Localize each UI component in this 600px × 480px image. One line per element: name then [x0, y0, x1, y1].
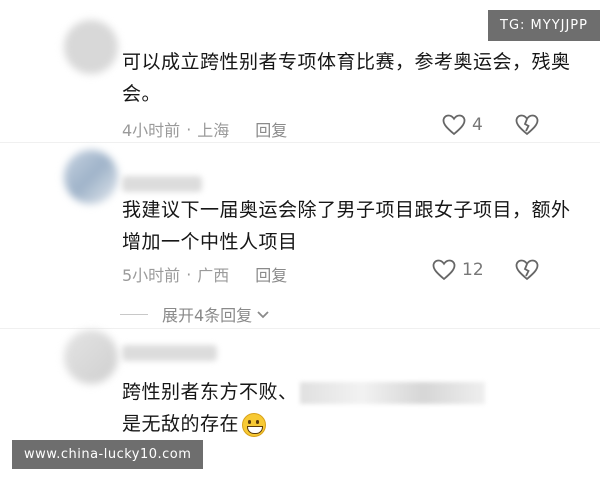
heart-outline-icon [432, 259, 456, 281]
redacted-text [299, 381, 485, 404]
dislike-button[interactable] [514, 114, 540, 140]
comment-meta: 4小时前 · 上海 回复 [122, 117, 287, 141]
like-button[interactable]: 4 [442, 114, 483, 136]
separator-dot: · [186, 264, 192, 284]
chevron-down-icon [256, 305, 270, 324]
like-button[interactable]: 12 [432, 259, 484, 281]
comment-location: 广西 [197, 266, 230, 285]
comment-text: 跨性别者东方不败、 是无敌的存在 [122, 376, 572, 440]
comment-location: 上海 [197, 121, 230, 140]
separator-dot: · [186, 119, 192, 139]
avatar[interactable] [64, 330, 118, 384]
comment-text-start: 跨性别者东方不败、 [122, 381, 298, 403]
expand-replies-button[interactable]: 展开4条回复 [120, 302, 270, 326]
expand-replies-label: 展开4条回复 [162, 306, 253, 325]
heart-outline-icon [442, 114, 466, 136]
comment-text: 可以成立跨性别者专项体育比赛，参考奥运会，残奥会。 [122, 51, 571, 105]
username-redacted[interactable] [122, 176, 202, 192]
divider [0, 142, 600, 143]
dislike-button[interactable] [514, 259, 540, 285]
comment-time: 4小时前 [122, 121, 181, 140]
expand-line [120, 313, 148, 315]
avatar[interactable] [64, 20, 118, 74]
channel-badge: TG: MYYJJPP [488, 10, 600, 41]
divider [0, 328, 600, 329]
reply-button[interactable]: 回复 [255, 262, 287, 286]
username-redacted[interactable] [122, 345, 217, 361]
broken-heart-icon [514, 259, 540, 285]
comment-text: 我建议下一届奥运会除了男子项目跟女子项目，额外增加一个中性人项目 [122, 199, 571, 253]
site-watermark: www.china-lucky10.com [12, 440, 204, 469]
comment-meta: 5小时前 · 广西 回复 [122, 262, 287, 286]
comment-time: 5小时前 [122, 266, 181, 285]
grinning-face-icon [242, 412, 267, 437]
reply-button[interactable]: 回复 [255, 117, 287, 141]
broken-heart-icon [514, 114, 540, 140]
comment-text-end: 是无敌的存在 [122, 413, 240, 435]
avatar[interactable] [64, 150, 118, 204]
like-count: 12 [462, 260, 484, 280]
like-count: 4 [472, 115, 483, 135]
